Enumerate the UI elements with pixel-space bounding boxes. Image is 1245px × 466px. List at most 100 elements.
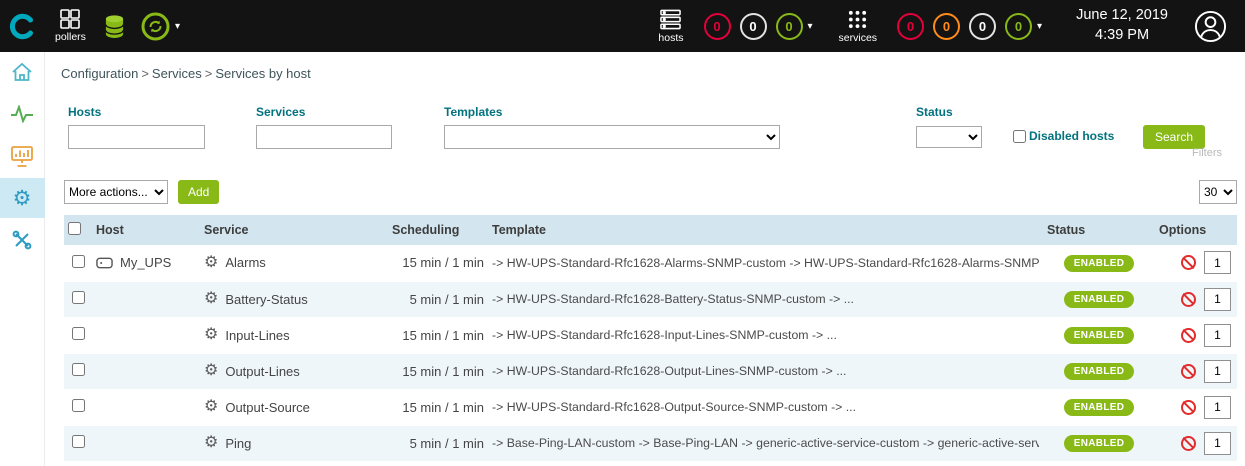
services-filter-label: Services (256, 105, 305, 119)
table-row: ⚙ Battery-Status 5 min / 1 min -> HW-UPS… (64, 281, 1237, 317)
pollers-menu[interactable]: pollers (55, 9, 86, 43)
add-button[interactable]: Add (178, 180, 219, 204)
service-link[interactable]: Alarms (225, 255, 265, 270)
service-gear-icon: ⚙ (204, 399, 218, 415)
breadcrumb-item[interactable]: Configuration (61, 66, 138, 81)
template-chain: -> HW-UPS-Standard-Rfc1628-Input-Lines-S… (492, 328, 1039, 342)
table-row: ⚙ Output-Lines 15 min / 1 min -> HW-UPS-… (64, 353, 1237, 389)
breadcrumb: Configuration>Services>Services by host (61, 66, 311, 81)
options-count-input[interactable] (1204, 251, 1231, 274)
scheduling-value: 15 min / 1 min (402, 364, 484, 379)
sidebar-item-configuration[interactable]: ⚙ (0, 178, 45, 218)
no-entry-icon[interactable] (1181, 364, 1196, 379)
status-badge: ENABLED (1064, 327, 1134, 344)
host-link[interactable]: My_UPS (120, 255, 171, 270)
scheduling-value: 5 min / 1 min (410, 436, 484, 451)
options-count-input[interactable] (1204, 324, 1231, 347)
template-chain: -> HW-UPS-Standard-Rfc1628-Alarms-SNMP-c… (492, 256, 1039, 270)
service-link[interactable]: Battery-Status (225, 292, 307, 307)
service-status-counter-warning[interactable]: 0 (933, 13, 960, 40)
service-link[interactable]: Input-Lines (225, 328, 289, 343)
row-checkbox[interactable] (72, 399, 85, 412)
pollers-label: pollers (55, 31, 86, 43)
row-checkbox[interactable] (72, 327, 85, 340)
more-actions-select[interactable]: More actions... (64, 180, 168, 204)
no-entry-icon[interactable] (1181, 328, 1196, 343)
options-count-input[interactable] (1204, 288, 1231, 311)
database-status[interactable] (104, 14, 125, 39)
filters-link[interactable]: Filters (1192, 147, 1222, 159)
status-badge: ENABLED (1064, 363, 1134, 380)
reporting-icon (11, 146, 33, 167)
host-status-counter-up[interactable]: 0 (776, 13, 803, 40)
table-row: My_UPS ⚙ Alarms 15 min / 1 min -> HW-UPS… (64, 245, 1237, 281)
scheduling-value: 15 min / 1 min (402, 400, 484, 415)
export-configuration[interactable]: ▾ (141, 12, 180, 41)
row-checkbox[interactable] (72, 255, 85, 268)
status-filter-label: Status (916, 105, 953, 119)
user-menu[interactable] (1194, 10, 1227, 43)
chevron-down-icon[interactable]: ▾ (808, 21, 813, 32)
status-badge: ENABLED (1064, 255, 1134, 272)
hosts-filter-input[interactable] (68, 125, 205, 149)
row-checkbox[interactable] (72, 363, 85, 376)
breadcrumb-item[interactable]: Services (152, 66, 202, 81)
breadcrumb-item[interactable]: Services by host (215, 66, 310, 81)
search-button[interactable]: Search (1143, 125, 1205, 149)
service-gear-icon: ⚙ (204, 255, 218, 271)
row-checkbox[interactable] (72, 435, 85, 448)
sidebar-item-home[interactable] (0, 52, 45, 92)
row-checkbox[interactable] (72, 291, 85, 304)
disabled-hosts-checkbox[interactable] (1013, 130, 1026, 143)
monitoring-icon (10, 105, 34, 123)
status-filter-select[interactable] (916, 126, 982, 148)
service-status-counter-critical[interactable]: 0 (897, 13, 924, 40)
topbar: pollers ▾ hosts 000 ▾ (0, 0, 1245, 52)
scheduling-value: 15 min / 1 min (402, 255, 484, 270)
header-service[interactable]: Service (200, 215, 388, 245)
header-scheduling[interactable]: Scheduling (388, 215, 488, 245)
hosts-label: hosts (658, 32, 683, 44)
service-status-counter-unknown[interactable]: 0 (969, 13, 996, 40)
sidebar: ⚙ (0, 52, 45, 466)
hosts-menu[interactable]: hosts (658, 9, 683, 44)
page-size-select[interactable]: 30 (1199, 180, 1237, 204)
no-entry-icon[interactable] (1181, 400, 1196, 415)
header-template[interactable]: Template (488, 215, 1043, 245)
sidebar-item-reporting[interactable] (0, 136, 45, 176)
host-status-counters: 000 (704, 13, 803, 40)
templates-filter-select[interactable] (444, 125, 780, 149)
template-chain: -> HW-UPS-Standard-Rfc1628-Battery-Statu… (492, 292, 1039, 306)
home-icon (11, 62, 33, 82)
chevron-down-icon[interactable]: ▾ (1037, 21, 1042, 32)
service-link[interactable]: Ping (225, 436, 251, 451)
services-menu[interactable]: services (839, 9, 878, 44)
service-link[interactable]: Output-Source (225, 400, 310, 415)
sidebar-item-monitoring[interactable] (0, 94, 45, 134)
status-badge: ENABLED (1064, 435, 1134, 452)
service-gear-icon: ⚙ (204, 363, 218, 379)
service-status-counter-ok[interactable]: 0 (1005, 13, 1032, 40)
no-entry-icon[interactable] (1181, 436, 1196, 451)
centreon-logo[interactable] (0, 0, 45, 52)
services-filter-input[interactable] (256, 125, 392, 149)
header-options: Options (1155, 215, 1237, 245)
header-status[interactable]: Status (1043, 215, 1155, 245)
host-status-counter-down[interactable]: 0 (704, 13, 731, 40)
host-status-counter-unreachable[interactable]: 0 (740, 13, 767, 40)
no-entry-icon[interactable] (1181, 292, 1196, 307)
scheduling-value: 15 min / 1 min (402, 328, 484, 343)
chevron-down-icon[interactable]: ▾ (175, 21, 180, 32)
no-entry-icon[interactable] (1181, 255, 1196, 270)
options-count-input[interactable] (1204, 432, 1231, 455)
header-host[interactable]: Host (92, 215, 200, 245)
options-count-input[interactable] (1204, 360, 1231, 383)
service-link[interactable]: Output-Lines (225, 364, 299, 379)
disabled-hosts-label: Disabled hosts (1029, 129, 1114, 143)
current-time: 4:39 PM (1076, 26, 1168, 46)
main-content: Configuration>Services>Services by host … (45, 52, 1245, 466)
sidebar-item-administration[interactable] (0, 220, 45, 260)
disabled-hosts-filter[interactable]: Disabled hosts (1013, 129, 1114, 143)
select-all-checkbox[interactable] (68, 222, 81, 235)
options-count-input[interactable] (1204, 396, 1231, 419)
